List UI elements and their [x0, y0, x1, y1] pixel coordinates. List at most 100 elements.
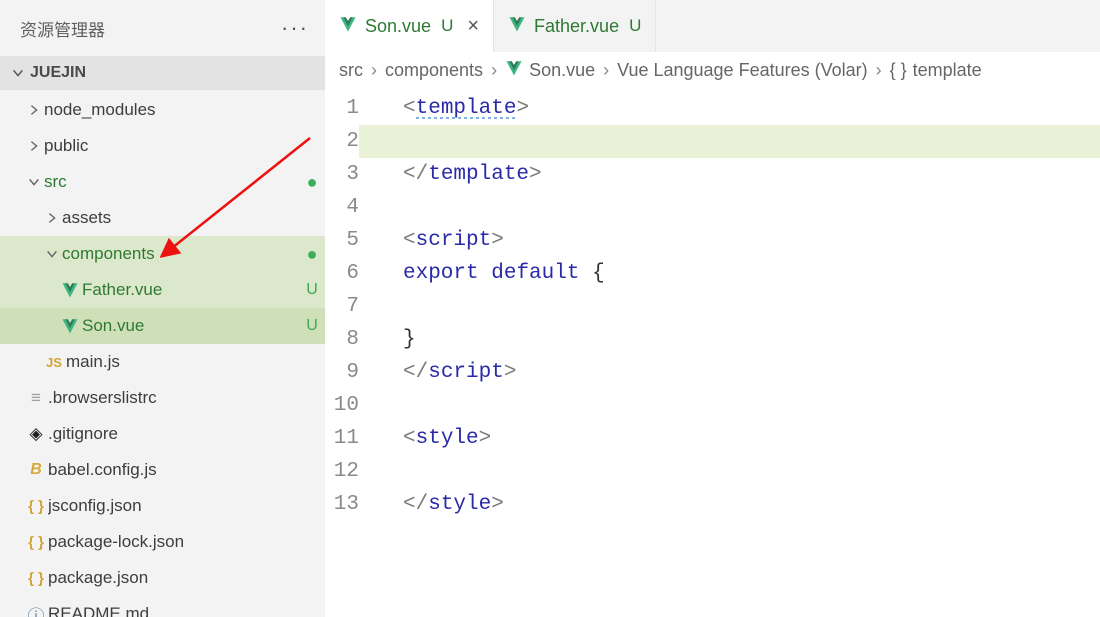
- line-number-gutter: 12345678910111213: [325, 88, 381, 617]
- file-row[interactable]: { }package-lock.json: [0, 524, 325, 560]
- line-number: 1: [325, 92, 359, 125]
- line-number: 4: [325, 191, 359, 224]
- vue-icon: [508, 15, 526, 38]
- line-number: 7: [325, 290, 359, 323]
- code-line[interactable]: [381, 455, 1100, 488]
- line-number: 8: [325, 323, 359, 356]
- file-label: README.md: [48, 604, 299, 617]
- vue-icon: [505, 59, 523, 82]
- code-line[interactable]: <template>: [381, 92, 1100, 125]
- git-icon: ◈: [24, 424, 48, 444]
- editor-tab[interactable]: Father.vueU: [494, 0, 656, 52]
- file-row[interactable]: ≡.browserslistrc: [0, 380, 325, 416]
- git-status: U: [299, 317, 325, 335]
- code-line[interactable]: </template>: [381, 158, 1100, 191]
- breadcrumb-item: { } template: [890, 60, 982, 81]
- line-number: 2: [325, 125, 359, 158]
- folder-row[interactable]: components●: [0, 236, 325, 272]
- folder-row[interactable]: assets: [0, 200, 325, 236]
- line-number: 10: [325, 389, 359, 422]
- file-label: Son.vue: [82, 316, 299, 336]
- file-label: jsconfig.json: [48, 496, 299, 516]
- file-row[interactable]: ⓘREADME.md: [0, 596, 325, 617]
- line-number: 6: [325, 257, 359, 290]
- folder-row[interactable]: src●: [0, 164, 325, 200]
- file-label: package-lock.json: [48, 532, 299, 552]
- file-label: package.json: [48, 568, 299, 588]
- breadcrumb-item: src: [339, 60, 363, 81]
- git-status: U: [299, 281, 325, 299]
- code-line[interactable]: <style>: [381, 422, 1100, 455]
- line-number: 13: [325, 488, 359, 521]
- explorer-root[interactable]: JUEJIN: [0, 56, 325, 90]
- folder-label: node_modules: [44, 100, 299, 120]
- file-label: .gitignore: [48, 424, 299, 444]
- lines-icon: ≡: [24, 388, 48, 408]
- main-split: 资源管理器 ··· JUEJIN node_modulespublicsrc●a…: [0, 0, 1100, 617]
- file-label: .browserslistrc: [48, 388, 299, 408]
- folder-row[interactable]: node_modules: [0, 92, 325, 128]
- breadcrumb[interactable]: src › components › Son.vue › Vue Languag…: [325, 52, 1100, 88]
- workspace-name: JUEJIN: [30, 64, 86, 82]
- chevron-down-icon: [8, 66, 28, 80]
- vue-icon: [58, 317, 82, 335]
- braces-icon: { }: [890, 60, 907, 81]
- more-actions-icon[interactable]: ···: [281, 15, 309, 41]
- code-line[interactable]: [381, 389, 1100, 422]
- editor-area: Son.vueU×Father.vueU src › components › …: [325, 0, 1100, 617]
- folder-label: public: [44, 136, 299, 156]
- code-line[interactable]: [381, 290, 1100, 323]
- code-lines[interactable]: <template> </template> <script>export defa…: [381, 88, 1100, 617]
- line-number: 3: [325, 158, 359, 191]
- folder-label: src: [44, 172, 299, 192]
- file-row[interactable]: JSmain.js: [0, 344, 325, 380]
- tab-label: Father.vue: [534, 16, 619, 37]
- code-line[interactable]: }: [381, 323, 1100, 356]
- vue-icon: [339, 15, 357, 38]
- file-tree: node_modulespublicsrc●assetscomponents●F…: [0, 90, 325, 617]
- chevron-down-icon: [42, 247, 62, 261]
- chevron-right-icon: ›: [876, 60, 882, 81]
- file-row[interactable]: Bbabel.config.js: [0, 452, 325, 488]
- line-number: 11: [325, 422, 359, 455]
- file-label: babel.config.js: [48, 460, 299, 480]
- code-line[interactable]: <script>: [381, 224, 1100, 257]
- code-line[interactable]: </script>: [381, 356, 1100, 389]
- code-editor[interactable]: 12345678910111213 <template></template><…: [325, 88, 1100, 617]
- file-row[interactable]: ◈.gitignore: [0, 416, 325, 452]
- braces-icon: { }: [24, 498, 48, 515]
- braces-icon: { }: [24, 570, 48, 587]
- file-row[interactable]: { }package.json: [0, 560, 325, 596]
- explorer-title: 资源管理器: [20, 16, 105, 41]
- braces-icon: { }: [24, 534, 48, 551]
- breadcrumb-item: Son.vue: [505, 59, 595, 82]
- chevron-down-icon: [24, 175, 44, 189]
- editor-tab[interactable]: Son.vueU×: [325, 0, 494, 52]
- code-line[interactable]: </style>: [381, 488, 1100, 521]
- babel-icon: B: [24, 461, 48, 479]
- breadcrumb-item: Vue Language Features (Volar): [617, 60, 868, 81]
- explorer-sidebar: 资源管理器 ··· JUEJIN node_modulespublicsrc●a…: [0, 0, 325, 617]
- file-row[interactable]: Son.vueU: [0, 308, 325, 344]
- modified-dot-icon: ●: [299, 245, 325, 263]
- code-line[interactable]: [359, 125, 1100, 158]
- modified-dot-icon: ●: [299, 173, 325, 191]
- folder-row[interactable]: public: [0, 128, 325, 164]
- code-line[interactable]: export default {: [381, 257, 1100, 290]
- folder-label: components: [62, 244, 299, 264]
- code-line[interactable]: [381, 191, 1100, 224]
- breadcrumb-item: components: [385, 60, 483, 81]
- vue-icon: [58, 281, 82, 299]
- file-label: Father.vue: [82, 280, 299, 300]
- close-icon[interactable]: ×: [467, 15, 479, 38]
- file-label: main.js: [66, 352, 299, 372]
- tab-bar: Son.vueU×Father.vueU: [325, 0, 1100, 52]
- line-number: 12: [325, 455, 359, 488]
- chevron-right-icon: ›: [603, 60, 609, 81]
- js-icon: JS: [42, 355, 66, 370]
- file-row[interactable]: { }jsconfig.json: [0, 488, 325, 524]
- chevron-right-icon: [24, 139, 44, 153]
- line-number: 9: [325, 356, 359, 389]
- file-row[interactable]: Father.vueU: [0, 272, 325, 308]
- explorer-header: 资源管理器 ···: [0, 0, 325, 56]
